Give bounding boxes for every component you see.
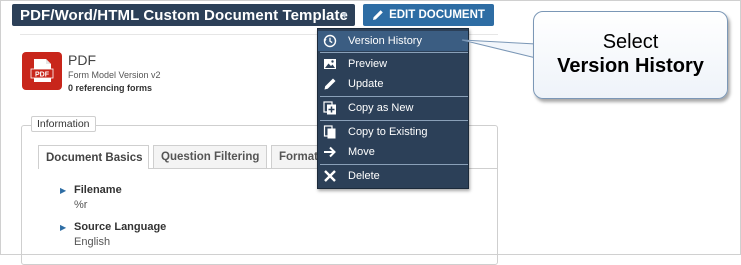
expand-arrow-icon[interactable]: ▶ xyxy=(60,186,66,195)
edit-document-label: EDIT DOCUMENT xyxy=(389,9,485,21)
edit-document-button[interactable]: EDIT DOCUMENT xyxy=(363,4,494,26)
menu-item-label: Move xyxy=(348,146,375,158)
callout-text-target: Version History xyxy=(557,55,704,77)
source-language-label: Source Language xyxy=(74,221,167,233)
referencing-forms-count: 0 referencing forms xyxy=(68,83,153,93)
arrow-right-icon xyxy=(323,145,337,159)
pdf-file-icon: PDF xyxy=(22,52,62,90)
form-model-version: Form Model Version v2 xyxy=(68,70,161,80)
tab-document-basics[interactable]: Document Basics xyxy=(38,145,149,169)
filename-label: Filename xyxy=(74,184,122,196)
menu-item-copy-as-new[interactable]: Copy as New xyxy=(318,98,468,118)
document-type: PDF xyxy=(68,52,96,68)
menu-item-label: Delete xyxy=(348,170,380,182)
information-legend: Information xyxy=(31,116,96,132)
menu-item-label: Preview xyxy=(348,58,388,70)
filename-value: %r xyxy=(74,199,88,211)
tab-label: Document Basics xyxy=(46,151,143,164)
menu-separator xyxy=(320,96,468,97)
menu-item-update[interactable]: Update xyxy=(318,74,468,94)
svg-text:PDF: PDF xyxy=(35,71,50,78)
pencil-icon xyxy=(323,77,337,91)
menu-separator xyxy=(320,120,468,121)
menu-separator xyxy=(320,52,468,53)
close-icon xyxy=(323,169,337,183)
menu-item-version-history[interactable]: Version History xyxy=(318,31,468,51)
callout-pointer xyxy=(461,39,537,59)
menu-separator xyxy=(320,164,468,165)
menu-item-label: Version History xyxy=(348,35,422,47)
template-title-dropdown[interactable]: PDF/Word/HTML Custom Document Template ▼ xyxy=(12,4,355,26)
menu-item-copy-to-existing[interactable]: Copy to Existing xyxy=(318,122,468,142)
menu-item-label: Update xyxy=(348,78,384,90)
menu-item-move[interactable]: Move xyxy=(318,142,468,162)
callout-text-select: Select xyxy=(602,31,659,53)
menu-item-label: Copy to Existing xyxy=(348,126,428,138)
expand-arrow-icon[interactable]: ▶ xyxy=(60,223,66,232)
menu-item-preview[interactable]: Preview xyxy=(318,54,468,74)
pencil-icon xyxy=(373,10,383,20)
tab-label: Question Filtering xyxy=(161,151,260,163)
document-actions-menu: Version History Preview Update Copy as N… xyxy=(317,28,469,189)
tab-question-filtering[interactable]: Question Filtering xyxy=(153,145,267,168)
image-icon xyxy=(323,57,337,71)
copy-icon xyxy=(323,125,337,139)
copy-new-icon xyxy=(323,101,337,115)
tab-label: Formatting xyxy=(279,151,318,163)
page-title: PDF/Word/HTML Custom Document Template xyxy=(20,6,348,24)
menu-item-delete[interactable]: Delete xyxy=(318,166,468,186)
instruction-callout: Select Version History xyxy=(533,11,728,99)
menu-item-label: Copy as New xyxy=(348,102,414,114)
history-icon xyxy=(323,34,337,48)
source-language-value: English xyxy=(74,236,111,248)
tab-formatting[interactable]: Formatting xyxy=(271,145,319,168)
caret-down-icon: ▼ xyxy=(339,10,349,20)
